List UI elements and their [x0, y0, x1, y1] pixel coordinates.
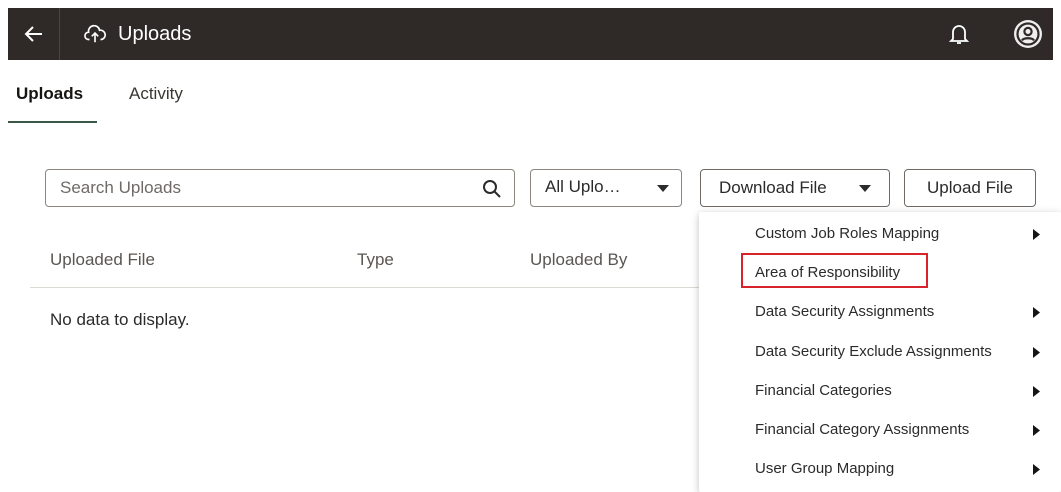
search-icon[interactable]: [482, 179, 502, 199]
column-header-uploaded-file[interactable]: Uploaded File: [50, 250, 155, 270]
upload-type-filter[interactable]: All Uplo…: [530, 169, 682, 207]
user-avatar-icon[interactable]: [1012, 18, 1044, 50]
tab-uploads[interactable]: Uploads: [16, 82, 83, 106]
upload-file-label: Upload File: [927, 178, 1013, 197]
column-header-uploaded-by[interactable]: Uploaded By: [530, 250, 627, 270]
submenu-arrow-icon: [1033, 347, 1040, 358]
menu-item-user-group-mapping[interactable]: User Group Mapping: [699, 450, 1061, 489]
column-header-type[interactable]: Type: [357, 250, 394, 270]
tab-activity[interactable]: Activity: [129, 82, 183, 106]
menu-item-financial-category-assignments[interactable]: Financial Category Assignments: [699, 411, 1061, 450]
highlight-annotation-box: [741, 253, 928, 288]
menu-item-label: Custom Job Roles Mapping: [755, 225, 940, 242]
menu-item-label: Financial Categories: [755, 382, 892, 399]
menu-item-label: Data Security Assignments: [755, 303, 935, 320]
caret-down-icon: [859, 185, 871, 192]
cloud-upload-icon: [84, 24, 106, 43]
submenu-arrow-icon: [1033, 386, 1040, 397]
download-file-button[interactable]: Download File: [700, 169, 890, 207]
menu-item-data-security-assignments[interactable]: Data Security Assignments: [699, 293, 1061, 332]
bell-icon[interactable]: [948, 22, 970, 46]
active-tab-indicator: [8, 121, 97, 123]
submenu-arrow-icon: [1033, 307, 1040, 318]
page-title: Uploads: [118, 23, 192, 45]
menu-item-label: User Group Mapping: [755, 460, 895, 477]
submenu-arrow-icon: [1033, 229, 1040, 240]
menu-item-label: Data Security Exclude Assignments: [755, 343, 992, 360]
back-button[interactable]: [8, 8, 60, 60]
caret-down-icon: [657, 185, 669, 192]
filter-selected-value: All Uplo…: [545, 177, 621, 196]
search-input[interactable]: Search Uploads: [45, 169, 515, 207]
app-header: Uploads: [8, 8, 1053, 60]
menu-item-financial-categories[interactable]: Financial Categories: [699, 372, 1061, 411]
table-header: Uploaded File Type Uploaded By: [30, 232, 700, 288]
submenu-arrow-icon: [1033, 464, 1040, 475]
menu-item-custom-job-roles-mapping[interactable]: Custom Job Roles Mapping: [699, 215, 1061, 254]
menu-item-label: Financial Category Assignments: [755, 421, 970, 438]
search-placeholder: Search Uploads: [60, 178, 181, 197]
download-file-label: Download File: [719, 178, 827, 197]
menu-item-data-security-exclude-assignments[interactable]: Data Security Exclude Assignments: [699, 333, 1061, 372]
empty-table-message: No data to display.: [50, 310, 190, 329]
back-arrow-icon: [24, 26, 42, 42]
upload-file-button[interactable]: Upload File: [904, 169, 1036, 207]
submenu-arrow-icon: [1033, 425, 1040, 436]
